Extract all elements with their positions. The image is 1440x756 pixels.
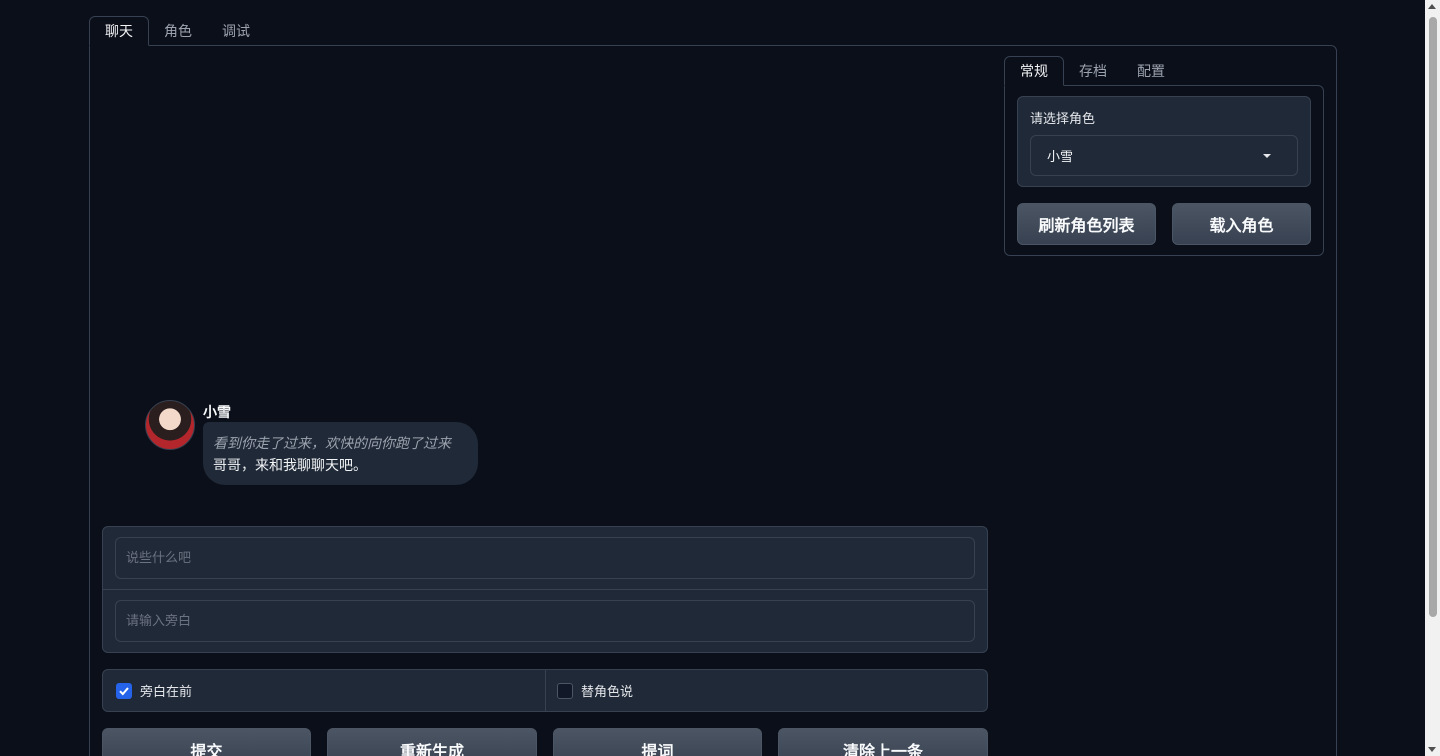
tab-chat[interactable]: 聊天 (89, 16, 149, 46)
load-character-button[interactable]: 载入角色 (1172, 203, 1311, 245)
checkbox-unchecked-icon (557, 682, 573, 699)
tab-character[interactable]: 角色 (149, 16, 207, 46)
sender-name: 小雪 (203, 405, 231, 421)
input-group (102, 526, 988, 653)
character-dropdown[interactable]: 小雪 (1030, 135, 1298, 176)
scrollbar-thumb[interactable] (1429, 17, 1437, 617)
tab-general[interactable]: 常规 (1004, 56, 1064, 86)
scroll-up-icon[interactable] (1428, 4, 1436, 9)
speak-for-character-checkbox[interactable]: 替角色说 (557, 670, 633, 711)
chevron-down-icon (1263, 154, 1271, 158)
chat-bubble: 看到你走了过来，欢快的向你跑了过来 哥哥，来和我聊聊天吧。 (203, 422, 478, 485)
divider (545, 670, 546, 711)
character-select-label: 请选择角色 (1030, 112, 1096, 127)
options-group: 旁白在前 替角色说 (102, 669, 988, 712)
narration-first-label: 旁白在前 (140, 685, 193, 700)
tab-config[interactable]: 配置 (1122, 56, 1180, 86)
tab-debug[interactable]: 调试 (207, 16, 265, 46)
main-tabs: 聊天 角色 调试 (89, 16, 265, 46)
refresh-character-list-button[interactable]: 刷新角色列表 (1017, 203, 1156, 245)
character-dropdown-value: 小雪 (1047, 150, 1074, 165)
narration-input[interactable] (115, 600, 975, 642)
prompt-button[interactable]: 提词 (553, 728, 762, 756)
general-panel: 请选择角色 小雪 刷新角色列表 载入角色 (1004, 85, 1324, 256)
regenerate-button[interactable]: 重新生成 (327, 728, 537, 756)
tab-save[interactable]: 存档 (1064, 56, 1122, 86)
side-tabs: 常规 存档 配置 (1004, 56, 1180, 86)
character-select-block: 请选择角色 小雪 (1017, 96, 1311, 187)
message-narration: 看到你走了过来，欢快的向你跑了过来 (213, 436, 451, 452)
scroll-down-icon[interactable] (1428, 747, 1436, 752)
speak-for-character-label: 替角色说 (581, 685, 634, 700)
message-speech: 哥哥，来和我聊聊天吧。 (213, 458, 367, 474)
message-input[interactable] (115, 537, 975, 579)
narration-first-checkbox[interactable]: 旁白在前 (116, 670, 192, 711)
divider (103, 589, 987, 590)
submit-button[interactable]: 提交 (102, 728, 311, 756)
scrollbar[interactable] (1425, 0, 1440, 756)
clear-last-button[interactable]: 清除上一条 (778, 728, 988, 756)
checkbox-checked-icon (116, 682, 132, 699)
avatar (145, 400, 195, 450)
